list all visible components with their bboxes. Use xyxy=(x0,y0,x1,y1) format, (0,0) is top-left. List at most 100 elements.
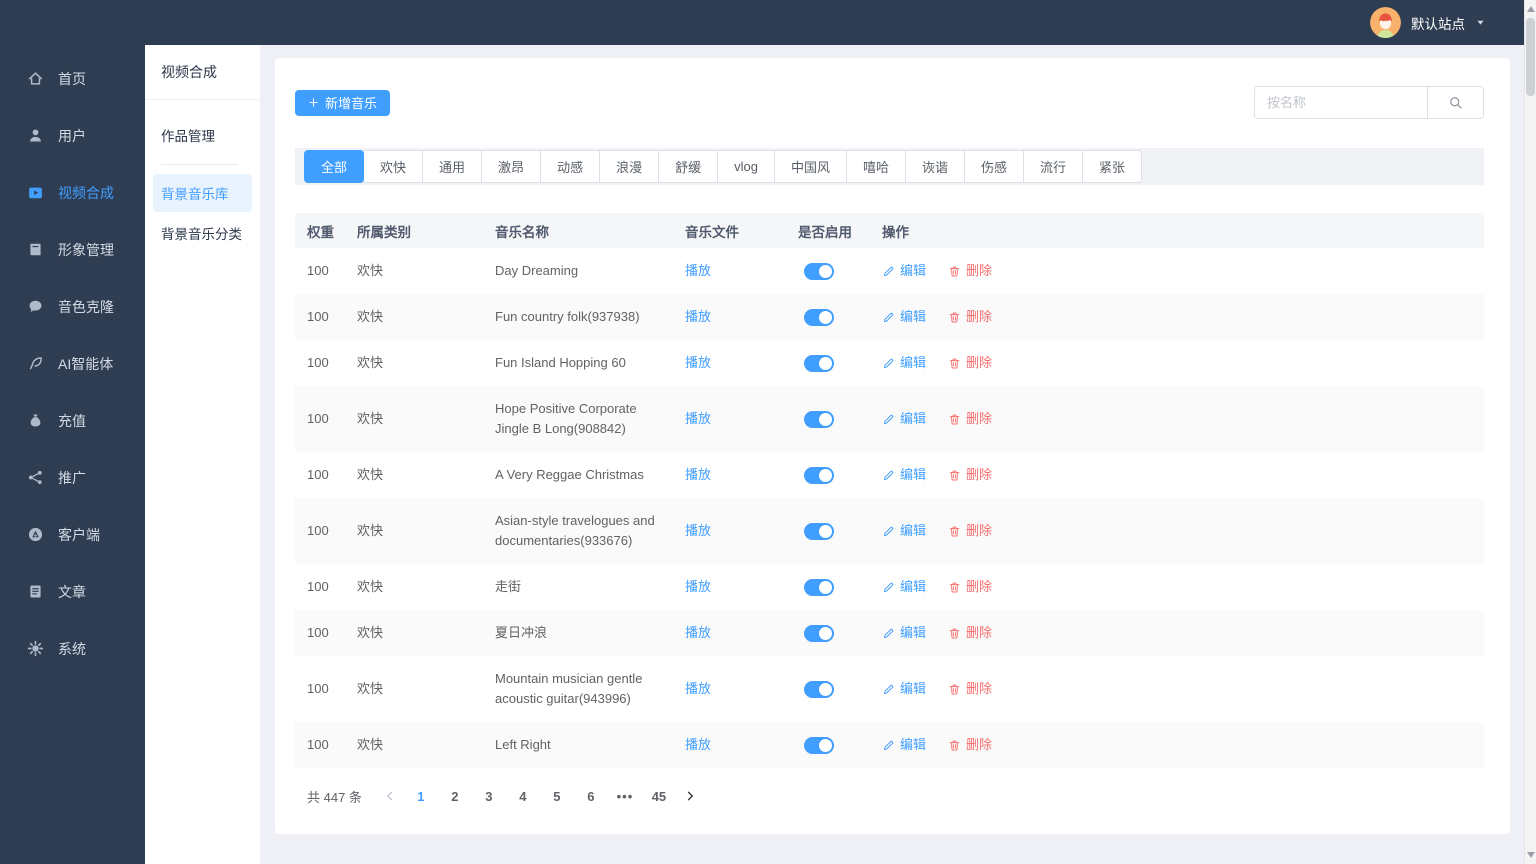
play-link[interactable]: 播放 xyxy=(685,353,711,373)
enable-toggle[interactable] xyxy=(804,522,834,540)
delete-button[interactable]: 删除 xyxy=(948,409,992,429)
edit-button[interactable]: 编辑 xyxy=(882,409,926,429)
music-file-cell: 播放 xyxy=(673,465,786,485)
edit-button[interactable]: 编辑 xyxy=(882,465,926,485)
weight-cell: 100 xyxy=(307,681,329,696)
enable-toggle[interactable] xyxy=(804,466,834,484)
category-tab[interactable]: vlog xyxy=(717,150,775,183)
weight-cell: 100 xyxy=(307,625,329,640)
category-tab[interactable]: 嘻哈 xyxy=(845,150,906,183)
delete-button[interactable]: 删除 xyxy=(948,521,992,541)
scrollbar-down-arrow[interactable] xyxy=(1527,852,1535,858)
sidebar-item-home[interactable]: 首页 xyxy=(0,50,145,107)
sidebar-item-promotion[interactable]: 推广 xyxy=(0,449,145,506)
page-number[interactable]: 6 xyxy=(577,782,605,810)
play-link[interactable]: 播放 xyxy=(685,465,711,485)
add-music-button[interactable]: 新增音乐 xyxy=(295,89,391,116)
category-tab[interactable]: 流行 xyxy=(1023,150,1084,183)
weight-cell: 100 xyxy=(307,523,329,538)
search-button[interactable] xyxy=(1427,87,1483,118)
play-link[interactable]: 播放 xyxy=(685,679,711,699)
category-tab[interactable]: 通用 xyxy=(422,150,483,183)
edit-button[interactable]: 编辑 xyxy=(882,577,926,597)
page-number[interactable]: 3 xyxy=(475,782,503,810)
sidebar-item-label: AI智能体 xyxy=(58,355,114,372)
category-cell: 欢快 xyxy=(357,263,384,278)
delete-button[interactable]: 删除 xyxy=(948,623,992,643)
enable-toggle[interactable] xyxy=(804,680,834,698)
category-tab[interactable]: 动感 xyxy=(540,150,601,183)
play-link[interactable]: 播放 xyxy=(685,577,711,597)
edit-button[interactable]: 编辑 xyxy=(882,261,926,281)
enable-toggle[interactable] xyxy=(804,624,834,642)
submenu-item-bgm-category[interactable]: 背景音乐分类 xyxy=(153,214,252,252)
category-tab[interactable]: 诙谐 xyxy=(905,150,966,183)
play-link[interactable]: 播放 xyxy=(685,521,711,541)
edit-button[interactable]: 编辑 xyxy=(882,307,926,327)
delete-button[interactable]: 删除 xyxy=(948,307,992,327)
enable-toggle[interactable] xyxy=(804,308,834,326)
user-avatar xyxy=(1370,7,1401,38)
edit-button[interactable]: 编辑 xyxy=(882,521,926,541)
category-tab[interactable]: 紧张 xyxy=(1082,150,1143,183)
weight-cell: 100 xyxy=(307,411,329,426)
category-cell: 欢快 xyxy=(357,523,384,538)
pencil-icon xyxy=(882,357,895,370)
category-tab[interactable]: 激昂 xyxy=(481,150,542,183)
page-number[interactable]: 2 xyxy=(441,782,469,810)
music-file-cell: 播放 xyxy=(673,735,786,755)
sidebar-item-figure-manage[interactable]: 形象管理 xyxy=(0,221,145,278)
sidebar-item-recharge[interactable]: 充值 xyxy=(0,392,145,449)
edit-button[interactable]: 编辑 xyxy=(882,353,926,373)
page-number[interactable]: 4 xyxy=(509,782,537,810)
play-link[interactable]: 播放 xyxy=(685,409,711,429)
category-tab[interactable]: 欢快 xyxy=(363,150,424,183)
category-tab[interactable]: 伤感 xyxy=(964,150,1025,183)
enable-toggle[interactable] xyxy=(804,354,834,372)
page-number[interactable]: 45 xyxy=(645,782,673,810)
submenu-list: 作品管理 背景音乐库 背景音乐分类 xyxy=(145,100,260,252)
enable-toggle[interactable] xyxy=(804,578,834,596)
delete-button[interactable]: 删除 xyxy=(948,465,992,485)
prev-page-button[interactable] xyxy=(376,782,404,810)
delete-button[interactable]: 删除 xyxy=(948,577,992,597)
next-page-button[interactable] xyxy=(676,782,704,810)
sidebar-item-users[interactable]: 用户 xyxy=(0,107,145,164)
delete-button[interactable]: 删除 xyxy=(948,679,992,699)
edit-button[interactable]: 编辑 xyxy=(882,679,926,699)
pencil-icon xyxy=(882,311,895,324)
sidebar-item-ai-agent[interactable]: AI智能体 xyxy=(0,335,145,392)
sidebar-item-voice-clone[interactable]: 音色克隆 xyxy=(0,278,145,335)
sidebar-item-system[interactable]: 系统 xyxy=(0,620,145,677)
category-tab[interactable]: 中国风 xyxy=(773,150,847,183)
page-number[interactable]: 5 xyxy=(543,782,571,810)
submenu-item-bgm-library[interactable]: 背景音乐库 xyxy=(153,174,252,212)
play-link[interactable]: 播放 xyxy=(685,261,711,281)
delete-button[interactable]: 删除 xyxy=(948,735,992,755)
enable-toggle[interactable] xyxy=(804,262,834,280)
sidebar-item-label: 推广 xyxy=(58,469,86,486)
scrollbar-thumb[interactable] xyxy=(1526,18,1535,96)
delete-button[interactable]: 删除 xyxy=(948,261,992,281)
submenu-item-works-manage[interactable]: 作品管理 xyxy=(153,116,252,165)
category-tab[interactable]: 舒缓 xyxy=(658,150,719,183)
page-number[interactable]: ••• xyxy=(611,782,639,810)
delete-button[interactable]: 删除 xyxy=(948,353,992,373)
enable-toggle[interactable] xyxy=(804,736,834,754)
scrollbar-up-arrow[interactable] xyxy=(1527,6,1535,12)
search-input[interactable] xyxy=(1255,87,1427,118)
sidebar-item-articles[interactable]: 文章 xyxy=(0,563,145,620)
enable-toggle[interactable] xyxy=(804,410,834,428)
edit-button[interactable]: 编辑 xyxy=(882,735,926,755)
sidebar-item-video-compose[interactable]: 视频合成 xyxy=(0,164,145,221)
play-link[interactable]: 播放 xyxy=(685,307,711,327)
page-scrollbar[interactable] xyxy=(1524,0,1536,864)
page-number[interactable]: 1 xyxy=(407,782,435,810)
sidebar-item-client[interactable]: 客户端 xyxy=(0,506,145,563)
site-switcher[interactable]: 默认站点 xyxy=(1370,7,1486,38)
category-tab[interactable]: 全部 xyxy=(304,150,365,183)
edit-button[interactable]: 编辑 xyxy=(882,623,926,643)
play-link[interactable]: 播放 xyxy=(685,623,711,643)
category-tab[interactable]: 浪漫 xyxy=(599,150,660,183)
play-link[interactable]: 播放 xyxy=(685,735,711,755)
